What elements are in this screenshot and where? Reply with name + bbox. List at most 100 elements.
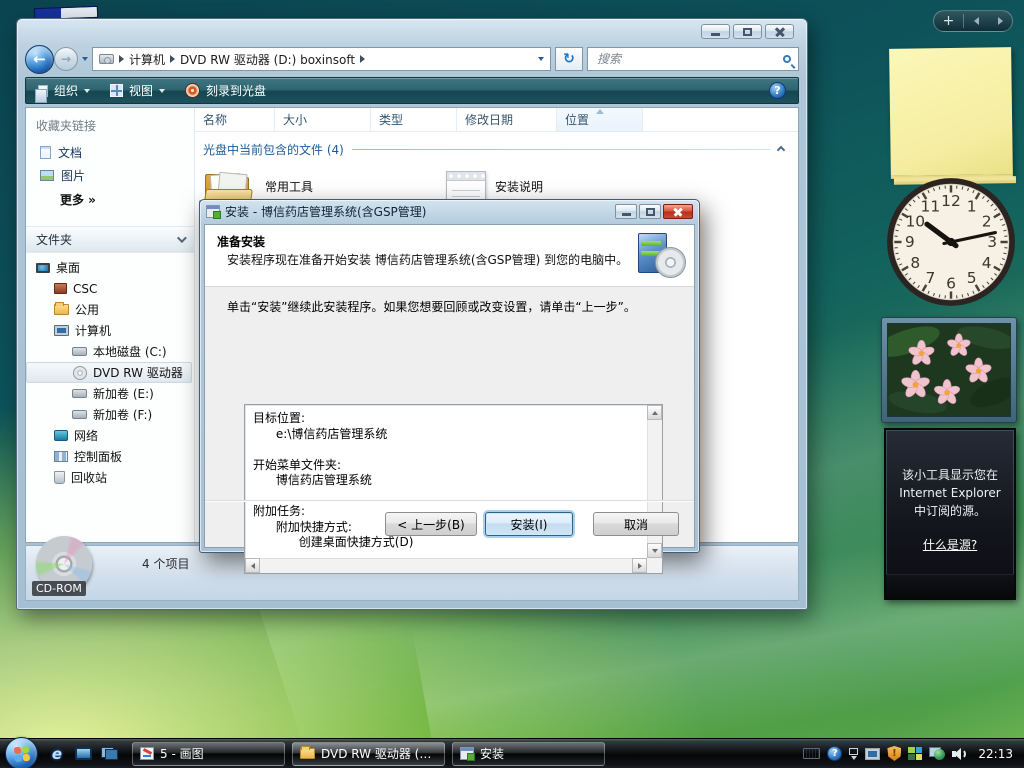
column-header-modified[interactable]: 修改日期 [457, 108, 557, 131]
taskbar-task-installer[interactable]: 安装 [452, 742, 605, 766]
taskbar-task-paint[interactable]: 5 - 画图 [132, 742, 285, 766]
collapse-chevron-icon[interactable] [777, 145, 785, 153]
keyboard-layout-icon[interactable] [803, 748, 820, 759]
tree-item-volume-e[interactable]: 新加卷 (E:) [26, 383, 194, 404]
history-dropdown-icon[interactable] [82, 57, 88, 61]
minimize-button[interactable] [701, 24, 730, 39]
more-label: 更多 » [60, 191, 96, 208]
dialog-close-button[interactable] [663, 204, 693, 219]
forward-button[interactable]: → [54, 47, 78, 71]
tree-item-control-panel[interactable]: 控制面板 [26, 446, 194, 467]
installer-icon [460, 747, 474, 760]
sticky-note-gadget[interactable] [889, 47, 1013, 179]
minimize-icon [622, 213, 631, 216]
tree-item-network[interactable]: 网络 [26, 425, 194, 446]
dialog-content: 单击“安装”继续此安装程序。如果您想要回顾或改变设置，请单击“上一步”。 目标位… [205, 288, 694, 547]
views-button[interactable]: 视图 [110, 82, 165, 99]
column-header-size[interactable]: 大小 [275, 108, 371, 131]
group-header-label: 光盘中当前包含的文件 (4) [203, 141, 344, 158]
add-gadget-button[interactable]: + [934, 11, 963, 31]
taskbar-task-dvd-drive[interactable]: DVD RW 驱动器 (D... [292, 742, 445, 766]
horizontal-scrollbar[interactable] [245, 558, 647, 573]
color-management-icon[interactable] [908, 747, 922, 760]
desktop: ← → 计算机 DVD RW 驱动器 (D:) boxinsoft ↻ [0, 0, 1024, 768]
tree-item-desktop[interactable]: 桌面 [26, 257, 194, 278]
sidebar-item-pictures[interactable]: 图片 [26, 164, 194, 187]
tree-item-volume-f[interactable]: 新加卷 (F:) [26, 404, 194, 425]
tree-item-local-disk-c[interactable]: 本地磁盘 (C:) [26, 341, 194, 362]
install-button[interactable]: 安装(I) [485, 512, 573, 536]
dialog-window-controls [615, 204, 693, 219]
address-bar[interactable]: 计算机 DVD RW 驱动器 (D:) boxinsoft [92, 47, 551, 71]
dialog-body: 准备安装 安装程序现在准备开始安装 博信药店管理系统(含GSP管理) 到您的电脑… [204, 224, 695, 548]
item-count: 4 个项目 [142, 555, 189, 572]
sidebar-item-documents[interactable]: 文档 [26, 141, 194, 164]
dialog-maximize-button[interactable] [639, 204, 661, 219]
chevron-down-icon [84, 89, 90, 93]
maximize-button[interactable] [733, 24, 762, 39]
display-settings-icon[interactable] [865, 748, 880, 760]
tree-item-public[interactable]: 公用 [26, 299, 194, 320]
tree-item-recycle-bin[interactable]: 回收站 [26, 467, 194, 488]
more-link[interactable]: 更多 » [26, 187, 194, 212]
tree-item-csc[interactable]: CSC [26, 278, 194, 299]
search-icon[interactable] [783, 55, 791, 63]
search-box [587, 47, 799, 71]
burn-label: 刻录到光盘 [206, 82, 266, 99]
internet-explorer-icon[interactable]: e [48, 745, 66, 763]
rss-feed-gadget[interactable]: 该小工具显示您在 Internet Explorer 中订阅的源。 什么是源? [884, 428, 1016, 600]
gadget-prev-button[interactable] [964, 17, 988, 25]
tray-overflow-button[interactable] [849, 748, 858, 760]
network-icon[interactable] [929, 747, 945, 760]
security-shield-icon[interactable]: ! [887, 746, 901, 761]
tree-item-computer[interactable]: 计算机 [26, 320, 194, 341]
dialog-heading: 准备安装 [217, 233, 630, 250]
breadcrumb-computer[interactable]: 计算机 [129, 51, 165, 68]
burn-to-disc-button[interactable]: 刻录到光盘 [185, 82, 266, 99]
views-icon [110, 84, 123, 97]
help-icon[interactable]: ? [827, 746, 842, 761]
back-button[interactable]: ← [25, 45, 54, 74]
column-header-name[interactable]: 名称 [195, 108, 275, 131]
folder-tree: 桌面 CSC 公用 计算机 本地磁盘 (C:) DVD RW 驱动器 新加卷 (… [26, 253, 194, 488]
start-button[interactable] [5, 737, 38, 768]
install-summary-box[interactable]: 目标位置: e:\博信药店管理系统 开始菜单文件夹: 博信药店管理系统 附加任务… [244, 404, 663, 574]
tree-item-dvd-rw-drive[interactable]: DVD RW 驱动器 [26, 362, 192, 383]
group-header[interactable]: 光盘中当前包含的文件 (4) [195, 132, 798, 162]
svg-text:6: 6 [946, 274, 956, 292]
organize-button[interactable]: 组织 [38, 82, 90, 99]
refresh-button[interactable]: ↻ [555, 47, 583, 71]
scroll-up-button[interactable] [647, 405, 662, 420]
search-input[interactable] [595, 51, 783, 67]
network-icon [54, 430, 68, 441]
column-header-type[interactable]: 类型 [371, 108, 457, 131]
scroll-down-button[interactable] [647, 543, 662, 558]
scroll-right-button[interactable] [632, 558, 647, 573]
dialog-title-bar[interactable]: 安装 - 博信药店管理系统(含GSP管理) [200, 200, 699, 223]
back-step-button[interactable]: < 上一步(B) [385, 512, 477, 536]
address-dropdown-icon[interactable] [538, 57, 544, 61]
setup-package-icon [636, 232, 686, 278]
clock-gadget[interactable]: 121234567891011 [884, 175, 1018, 309]
close-button[interactable] [765, 24, 794, 39]
gadget-next-button[interactable] [988, 17, 1012, 25]
folder-icon [300, 748, 315, 759]
what-are-feeds-link[interactable]: 什么是源? [923, 536, 977, 554]
switch-windows-icon[interactable] [101, 747, 118, 760]
arrow-up-icon [652, 411, 658, 415]
chevron-down-icon [851, 756, 857, 760]
recycle-bin-icon [54, 471, 65, 484]
show-desktop-icon[interactable] [75, 747, 92, 760]
photo-slideshow-gadget[interactable] [881, 317, 1017, 423]
cancel-button[interactable]: 取消 [593, 512, 679, 536]
volume-icon[interactable] [952, 747, 968, 761]
scroll-left-button[interactable] [245, 558, 260, 573]
column-header-location[interactable]: 位置 [557, 108, 643, 131]
control-panel-icon [54, 451, 68, 462]
folders-band[interactable]: 文件夹 [26, 226, 194, 253]
breadcrumb-dvd-drive[interactable]: DVD RW 驱动器 (D:) boxinsoft [180, 51, 355, 68]
tray-clock: 22:13 [978, 747, 1013, 761]
help-button[interactable]: ? [769, 82, 786, 99]
dialog-minimize-button[interactable] [615, 204, 637, 219]
organize-label: 组织 [54, 82, 78, 99]
